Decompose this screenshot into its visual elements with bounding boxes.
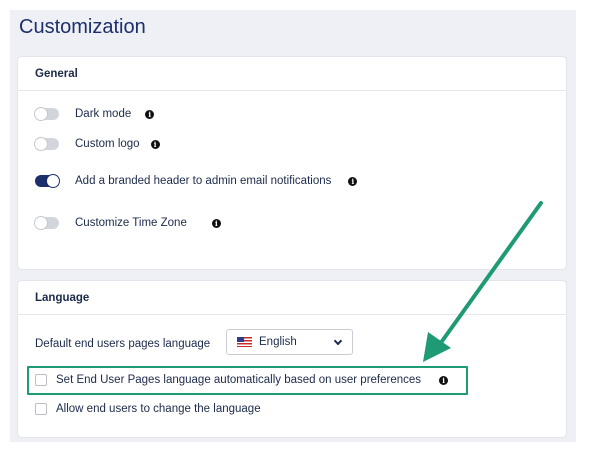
- custom-logo-label: Custom logo: [75, 138, 140, 150]
- chevron-down-icon: [333, 336, 343, 346]
- allow-change-label: Allow end users to change the language: [56, 403, 261, 415]
- custom-logo-row: Custom logo i: [35, 138, 160, 150]
- branded-header-row: Add a branded header to admin email noti…: [35, 175, 358, 187]
- highlight-box: [27, 366, 468, 395]
- language-select-value: English: [259, 336, 297, 348]
- custom-logo-toggle[interactable]: [35, 138, 59, 150]
- general-card: General Dark mode i Custom logo i Add a …: [18, 57, 566, 269]
- allow-change-row: Allow end users to change the language: [35, 403, 261, 415]
- language-select[interactable]: English: [226, 329, 353, 355]
- dark-mode-toggle[interactable]: [35, 108, 59, 120]
- dark-mode-row: Dark mode i: [35, 108, 155, 120]
- language-header: Language: [18, 281, 566, 315]
- info-icon[interactable]: i: [211, 218, 221, 228]
- time-zone-label: Customize Time Zone: [75, 217, 187, 229]
- branded-header-toggle[interactable]: [35, 175, 59, 187]
- general-header: General: [18, 57, 566, 91]
- info-icon[interactable]: i: [150, 139, 160, 149]
- info-icon[interactable]: i: [348, 176, 358, 186]
- default-language-label: Default end users pages language: [35, 338, 211, 350]
- language-card: Language Default end users pages languag…: [18, 281, 566, 437]
- branded-header-label: Add a branded header to admin email noti…: [75, 175, 332, 187]
- dark-mode-label: Dark mode: [75, 108, 132, 120]
- info-icon[interactable]: i: [145, 109, 155, 119]
- us-flag-icon: [237, 337, 252, 347]
- time-zone-row: Customize Time Zone i: [35, 217, 221, 229]
- allow-change-checkbox[interactable]: [35, 403, 47, 415]
- page-title: Customization: [19, 16, 146, 38]
- time-zone-toggle[interactable]: [35, 217, 59, 229]
